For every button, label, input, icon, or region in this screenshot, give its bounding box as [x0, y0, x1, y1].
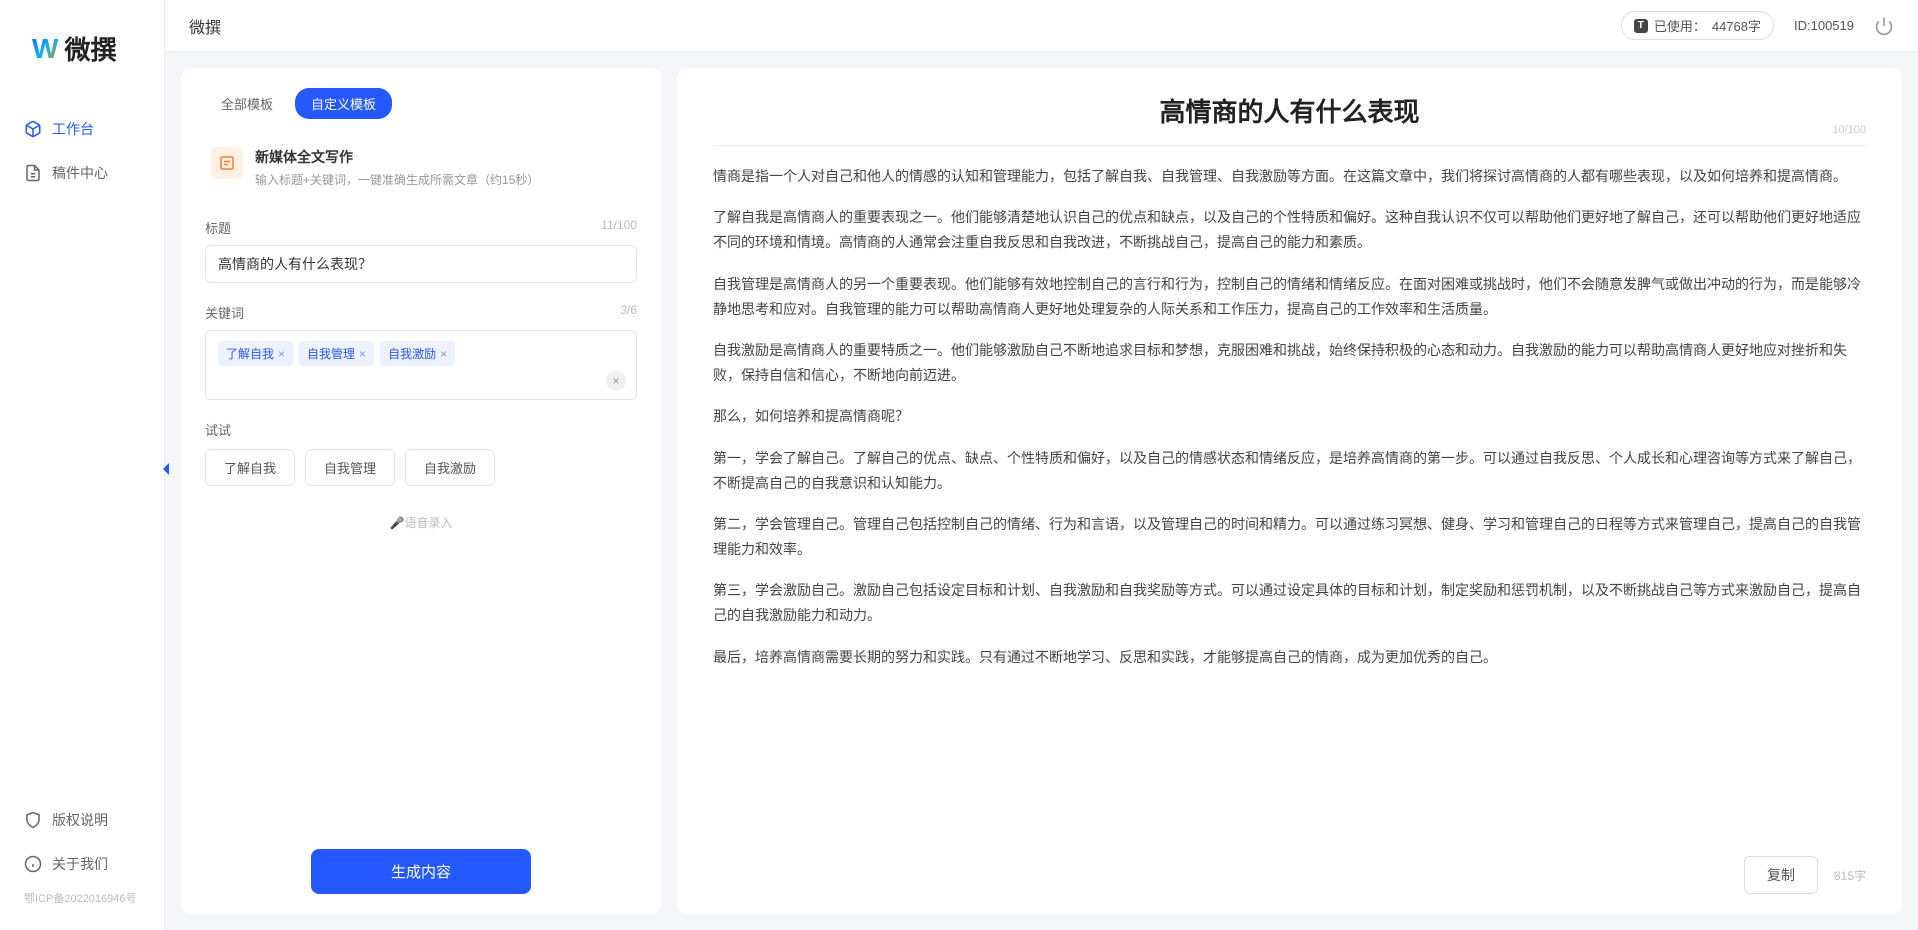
icp-text: 鄂ICP备2022016946号: [0, 886, 164, 910]
tab-custom-templates[interactable]: 自定义模板: [295, 88, 392, 119]
keyword-tag[interactable]: 了解自我 ×: [218, 341, 293, 366]
keyword-tag[interactable]: 自我管理 ×: [299, 341, 374, 366]
keyword-tag[interactable]: 自我激励 ×: [380, 341, 455, 366]
template-meta: 新媒体全文写作 输入标题+关键词，一键准确生成所需文章（约15秒）: [255, 147, 539, 188]
remove-icon[interactable]: ×: [440, 347, 447, 361]
tag-text: 自我激励: [388, 345, 436, 362]
sidebar-item-copyright[interactable]: 版权说明: [0, 798, 164, 842]
sidebar-item-label: 关于我们: [52, 854, 108, 874]
title-input[interactable]: [205, 245, 637, 283]
main: 微撰 T 已使用： 44768字 ID:100519 全部模板 自定义模板: [165, 0, 1918, 930]
info-icon: [24, 855, 42, 873]
input-panel: 全部模板 自定义模板 新媒体全文写作 输入标题+关键词，一键准确生成所需文章（约…: [181, 68, 661, 914]
output-body: 情商是指一个人对自己和他人的情感的认知和管理能力，包括了解自我、自我管理、自我激…: [713, 164, 1866, 840]
tag-text: 自我管理: [307, 345, 355, 362]
content: 全部模板 自定义模板 新媒体全文写作 输入标题+关键词，一键准确生成所需文章（约…: [165, 52, 1918, 930]
output-paragraph: 第二，学会管理自己。管理自己包括控制自己的情绪、行为和言语，以及管理自己的时间和…: [713, 512, 1866, 562]
output-title-count: 10/100: [1832, 124, 1866, 136]
document-icon: [24, 164, 42, 182]
sidebar-item-workbench[interactable]: 工作台: [0, 107, 164, 151]
topbar: 微撰 T 已使用： 44768字 ID:100519: [165, 0, 1918, 52]
logo-text: 微撰: [64, 30, 116, 67]
output-char-count: 815字: [1834, 867, 1866, 884]
user-id: ID:100519: [1794, 18, 1854, 33]
title-count: 11/100: [601, 218, 637, 237]
sidebar-bottom: 版权说明 关于我们 鄂ICP备2022016946号: [0, 788, 164, 930]
template-card[interactable]: 新媒体全文写作 输入标题+关键词，一键准确生成所需文章（约15秒）: [205, 137, 637, 198]
power-icon[interactable]: [1874, 16, 1894, 36]
template-desc: 输入标题+关键词，一键准确生成所需文章（约15秒）: [255, 171, 539, 188]
output-paragraph: 最后，培养高情商需要长期的努力和实践。只有通过不断地学习、反思和实践，才能够提高…: [713, 645, 1866, 670]
usage-value: 44768字: [1712, 16, 1761, 35]
topbar-title: 微撰: [189, 14, 221, 38]
try-chip[interactable]: 了解自我: [205, 449, 295, 486]
try-chip[interactable]: 自我激励: [405, 449, 495, 486]
output-footer: 复制 815字: [713, 840, 1866, 894]
template-name: 新媒体全文写作: [255, 147, 539, 167]
try-chips: 了解自我 自我管理 自我激励: [205, 449, 637, 486]
output-panel: 高情商的人有什么表现 10/100 情商是指一个人对自己和他人的情感的认知和管理…: [677, 68, 1902, 914]
sidebar-item-about[interactable]: 关于我们: [0, 842, 164, 886]
sidebar-item-label: 工作台: [52, 119, 94, 139]
usage-label: 已使用：: [1654, 16, 1706, 35]
generate-button[interactable]: 生成内容: [311, 849, 531, 894]
shield-icon: [24, 811, 42, 829]
keyword-field-block: 关键词 3/6 了解自我 × 自我管理 × 自我激励 × ×: [205, 303, 637, 400]
tab-all-templates[interactable]: 全部模板: [205, 88, 289, 119]
brand-logo: W 微撰: [0, 0, 164, 87]
sidebar: W 微撰 工作台 稿件中心 版权说明: [0, 0, 165, 930]
logo-mark: W: [32, 33, 58, 65]
remove-icon[interactable]: ×: [278, 347, 285, 361]
tag-text: 了解自我: [226, 345, 274, 362]
sidebar-item-drafts[interactable]: 稿件中心: [0, 151, 164, 195]
text-icon: T: [1634, 19, 1648, 33]
usage-pill[interactable]: T 已使用： 44768字: [1621, 11, 1774, 40]
output-paragraph: 自我激励是高情商人的重要特质之一。他们能够激励自己不断地追求目标和梦想，克服困难…: [713, 338, 1866, 388]
keyword-count: 3/6: [620, 303, 637, 322]
voice-input-hint[interactable]: 🎤语音录入: [205, 514, 637, 531]
keyword-tags-box[interactable]: 了解自我 × 自我管理 × 自我激励 × ×: [205, 330, 637, 400]
try-chip[interactable]: 自我管理: [305, 449, 395, 486]
title-label: 标题: [205, 218, 231, 237]
divider: [713, 145, 1866, 146]
template-icon: [211, 147, 243, 179]
topbar-right: T 已使用： 44768字 ID:100519: [1621, 11, 1894, 40]
output-paragraph: 第三，学会激励自己。激励自己包括设定目标和计划、自我激励和自我奖励等方式。可以通…: [713, 578, 1866, 628]
output-paragraph: 了解自我是高情商人的重要表现之一。他们能够清楚地认识自己的优点和缺点，以及自己的…: [713, 205, 1866, 255]
sidebar-collapse-handle[interactable]: [161, 460, 171, 478]
clear-all-button[interactable]: ×: [606, 371, 626, 391]
output-paragraph: 自我管理是高情商人的另一个重要表现。他们能够有效地控制自己的言行和行为，控制自己…: [713, 272, 1866, 322]
output-paragraph: 那么，如何培养和提高情商呢？: [713, 404, 1866, 429]
sidebar-item-label: 版权说明: [52, 810, 108, 830]
title-field-block: 标题 11/100: [205, 218, 637, 283]
cube-icon: [24, 120, 42, 138]
template-tabs: 全部模板 自定义模板: [205, 88, 637, 119]
sidebar-item-label: 稿件中心: [52, 163, 108, 183]
try-label: 试试: [205, 420, 637, 439]
output-title: 高情商的人有什么表现: [713, 92, 1866, 145]
sidebar-nav: 工作台 稿件中心: [0, 87, 164, 788]
remove-icon[interactable]: ×: [359, 347, 366, 361]
copy-button[interactable]: 复制: [1744, 856, 1818, 894]
output-paragraph: 情商是指一个人对自己和他人的情感的认知和管理能力，包括了解自我、自我管理、自我激…: [713, 164, 1866, 189]
output-paragraph: 第一，学会了解自己。了解自己的优点、缺点、个性特质和偏好，以及自己的情感状态和情…: [713, 446, 1866, 496]
keyword-label: 关键词: [205, 303, 244, 322]
